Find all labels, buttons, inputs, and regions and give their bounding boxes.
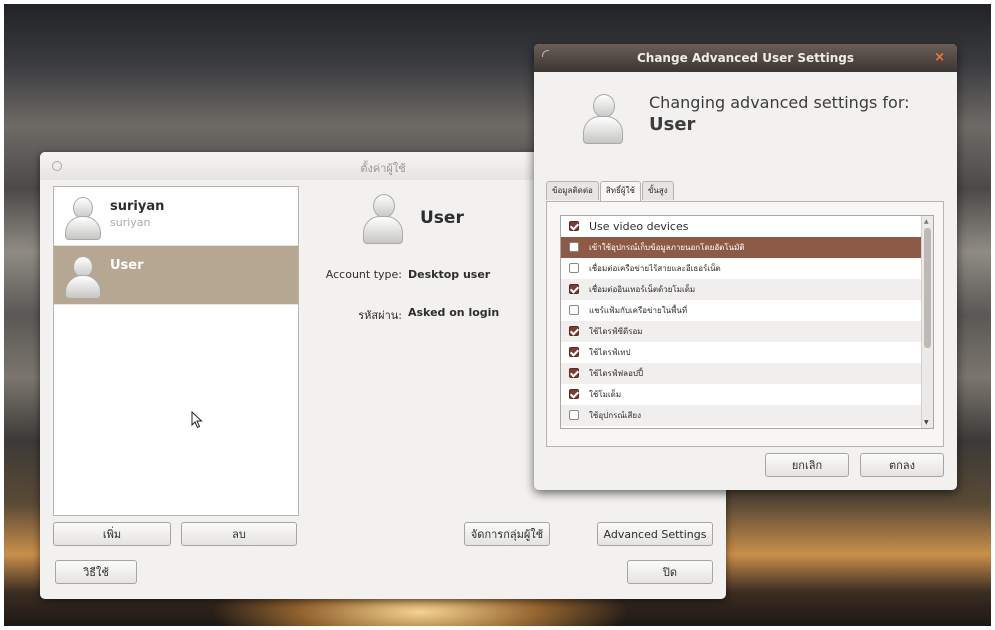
password-label: รหัสผ่าน: [358,309,402,322]
user-list-item-user[interactable]: User [54,246,298,305]
selected-user-name: User [420,208,464,228]
privilege-label: ใช้อุปกรณ์เสียง [589,411,641,420]
privilege-checkbox[interactable] [569,347,579,357]
remove-user-button[interactable]: ลบ [181,522,297,546]
scroll-up-icon[interactable]: ▲ [924,218,929,225]
help-button[interactable]: วิธีใช้ [55,560,137,584]
privilege-item[interactable]: ใช้ไดรฟ์ฟลอปปี้ [561,363,933,384]
user-avatar-icon [62,254,102,299]
ok-button[interactable]: ตกลง [860,453,944,477]
user-login: suriyan [110,216,151,229]
privilege-checkbox[interactable] [569,263,579,273]
heading-text: Changing advanced settings for: [649,93,910,112]
scroll-down-icon[interactable]: ▼ [924,419,929,426]
privilege-checkbox[interactable] [569,305,579,315]
advanced-dialog-heading: Changing advanced settings for: User [649,92,910,136]
privilege-checkbox[interactable] [569,242,579,252]
privilege-label: ใช้ไดรฟ์เทป [589,348,631,357]
password-value: Asked on login [408,306,500,319]
add-user-button[interactable]: เพิ่ม [53,522,171,546]
mouse-pointer-icon [191,411,203,429]
privileges-list[interactable]: Use video devices เข้าใช้อุปกรณ์เก็บข้อม… [560,215,934,429]
user-list-item-suriyan[interactable]: suriyan suriyan [54,187,298,246]
privilege-item[interactable]: ใช้ไดรฟ์เทป [561,342,933,363]
privilege-item[interactable]: เชื่อมต่อเครือข่ายไร้สายและอีเธอร์เน็ต [561,258,933,279]
privilege-item[interactable]: เข้าใช้อุปกรณ์เก็บข้อมูลภายนอกโดยอัตโนมั… [561,237,933,258]
cancel-button[interactable]: ยกเลิก [765,453,849,477]
privilege-checkbox[interactable] [569,221,579,231]
advanced-settings-button[interactable]: Advanced Settings [597,522,713,546]
privilege-label: ใช้โมเด็ม [589,390,622,399]
tab-advanced[interactable]: ขั้นสูง [641,181,674,200]
privilege-item[interactable]: ใช้อุปกรณ์เสียง [561,405,933,426]
user-name: User [110,258,144,273]
privilege-label: Use video devices [589,220,689,233]
privilege-checkbox[interactable] [569,284,579,294]
scrollbar-thumb[interactable] [924,228,931,348]
privilege-label: ใช้ไดรฟ์ฟลอปปี้ [589,369,644,378]
advanced-settings-dialog: Change Advanced User Settings × Changing… [534,44,957,490]
privilege-checkbox[interactable] [569,410,579,420]
advanced-dialog-title: Change Advanced User Settings [636,51,855,65]
privilege-checkbox[interactable] [569,326,579,336]
tab-contact[interactable]: ข้อมูลติดต่อ [546,181,599,200]
privilege-item[interactable]: เชื่อมต่ออินเทอร์เน็ตด้วยโมเด็ม [561,279,933,300]
close-icon[interactable]: × [934,50,945,65]
privilege-item[interactable]: ใช้โมเด็ม [561,384,933,405]
user-avatar-icon [62,195,102,240]
privilege-item[interactable]: Use video devices [561,216,933,237]
account-type-label: Account type: [325,268,402,281]
privilege-label: แชร์แฟ้มกับเครือข่ายในพื้นที่ [589,306,688,315]
tab-user-privileges[interactable]: สิทธิ์ผู้ใช้ [599,181,641,201]
heading-user: User [649,114,696,135]
privilege-checkbox[interactable] [569,389,579,399]
selected-user-avatar-icon [360,192,404,244]
privileges-scrollbar[interactable]: ▲ ▼ [921,216,933,428]
close-button[interactable]: ปิด [627,560,713,584]
privilege-label: เข้าใช้อุปกรณ์เก็บข้อมูลภายนอกโดยอัตโนมั… [589,243,745,252]
privilege-label: ใช้ไดรฟ์ซีดีรอม [589,327,643,336]
manage-groups-button[interactable]: จัดการกลุ่มผู้ใช้ [464,522,550,546]
privilege-label: เชื่อมต่ออินเทอร์เน็ตด้วยโมเด็ม [589,285,696,294]
privilege-label: เชื่อมต่อเครือข่ายไร้สายและอีเธอร์เน็ต [589,264,721,273]
user-avatar-icon [580,92,624,144]
advanced-tabs: ข้อมูลติดต่อ สิทธิ์ผู้ใช้ ขั้นสูง [546,181,675,201]
user-list[interactable]: suriyan suriyan User [53,186,299,516]
privilege-item[interactable]: ใช้ไดรฟ์ซีดีรอม [561,321,933,342]
privilege-checkbox[interactable] [569,368,579,378]
account-type-value: Desktop user [408,268,491,281]
user-name: suriyan [110,199,165,214]
privilege-item[interactable]: แชร์แฟ้มกับเครือข่ายในพื้นที่ [561,300,933,321]
privileges-panel: Use video devices เข้าใช้อุปกรณ์เก็บข้อม… [546,201,944,447]
advanced-dialog-titlebar[interactable]: Change Advanced User Settings × [534,44,957,72]
